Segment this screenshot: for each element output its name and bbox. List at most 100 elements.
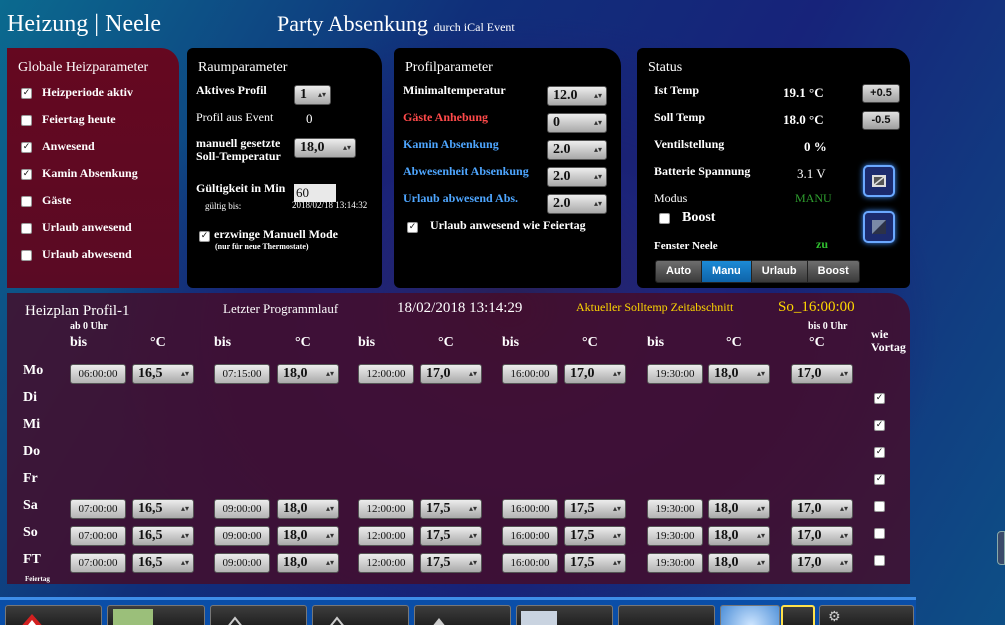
temp-select[interactable]: 18,0 ▴▾ [277,526,339,546]
wie-vortag-checkbox[interactable]: ✓ [874,420,885,431]
time-input[interactable]: 09:00:00 [214,553,270,573]
temp-select[interactable]: 17,5 ▴▾ [420,553,482,573]
profil-select[interactable]: 2.0 ▴▾ [547,167,607,187]
time-input[interactable]: 16:00:00 [502,499,558,519]
manuell-temp-select[interactable]: 18,0 ▴▾ [294,138,356,158]
profil-select[interactable]: 2.0 ▴▾ [547,194,607,214]
temp-select-value: 18,0 [714,528,739,543]
temp-select[interactable]: 17,0 ▴▾ [791,499,853,519]
day-label: So [23,525,38,540]
globale-checkbox[interactable]: ✓ [21,88,32,99]
day-label: Di [23,390,37,405]
time-input[interactable]: 19:30:00 [647,499,703,519]
wie-vortag-checkbox[interactable] [874,555,885,566]
globale-checkbox[interactable] [21,196,32,207]
temp-select[interactable]: 16,5 ▴▾ [132,526,194,546]
aktuell-label: Aktueller Solltemp Zeitabschnitt [576,300,734,314]
wie-vortag-checkbox[interactable] [874,528,885,539]
time-input[interactable]: 07:00:00 [70,499,126,519]
time-input[interactable]: 16:00:00 [502,553,558,573]
wie-vortag-checkbox[interactable]: ✓ [874,447,885,458]
temp-select[interactable]: 17,5 ▴▾ [420,526,482,546]
globale-checkbox[interactable] [21,115,32,126]
mode-manu-button[interactable]: Manu [702,261,752,282]
temp-select[interactable]: 18,0 ▴▾ [708,526,770,546]
dock-house-tile-3[interactable] [414,605,511,625]
temp-select[interactable]: 18,0 ▴▾ [708,499,770,519]
wie-vortag-checkbox[interactable] [874,501,885,512]
time-input[interactable]: 06:00:00 [70,364,126,384]
dock-home-tile[interactable] [5,605,102,625]
globale-checkbox[interactable] [21,223,32,234]
mode-urlaub-button[interactable]: Urlaub [751,261,808,282]
map-icon [113,609,153,625]
temp-select[interactable]: 17,0 ▴▾ [420,364,482,384]
erzwinge-checkbox[interactable]: ✓ [199,231,210,242]
globale-checkbox[interactable] [21,250,32,261]
time-input[interactable]: 12:00:00 [358,499,414,519]
fenster-value: zu [816,237,828,251]
temp-select[interactable]: 17,5 ▴▾ [564,526,626,546]
temp-select[interactable]: 18,0 ▴▾ [708,553,770,573]
profil-select[interactable]: 12.0 ▴▾ [547,86,607,106]
temp-select[interactable]: 18,0 ▴▾ [277,553,339,573]
profil-select[interactable]: 0 ▴▾ [547,113,607,133]
temp-select[interactable]: 16,5 ▴▾ [132,553,194,573]
time-input[interactable]: 12:00:00 [358,526,414,546]
temp-minus-button[interactable]: -0.5 [862,111,900,130]
temp-select-value: 17,0 [797,528,822,543]
temp-select[interactable]: 18,0 ▴▾ [277,499,339,519]
dock-globe-tile[interactable] [720,605,780,625]
time-input[interactable]: 09:00:00 [214,526,270,546]
temp-select[interactable]: 17,0 ▴▾ [791,526,853,546]
profil-select[interactable]: 2.0 ▴▾ [547,140,607,160]
profil-event-value: 0 [306,111,313,126]
temp-select[interactable]: 18,0 ▴▾ [277,364,339,384]
select-arrows-icon: ▴▾ [756,504,765,513]
time-input[interactable]: 07:00:00 [70,526,126,546]
time-input[interactable]: 16:00:00 [502,526,558,546]
window-sensor-button[interactable] [863,211,895,243]
dock-tile-7[interactable] [618,605,715,625]
dock-map-tile[interactable] [107,605,205,625]
temp-select-value: 18,0 [714,366,739,381]
party-main-text: Party Absenkung [277,11,428,36]
urlaub-feiertag-checkbox[interactable]: ✓ [407,222,418,233]
temp-select[interactable]: 17,5 ▴▾ [564,499,626,519]
house-red-icon [22,614,42,625]
time-input[interactable]: 12:00:00 [358,553,414,573]
temp-select[interactable]: 17,0 ▴▾ [564,364,626,384]
time-input[interactable]: 19:30:00 [647,553,703,573]
time-input[interactable]: 07:00:00 [70,553,126,573]
dock-appliance-tile[interactable] [516,605,613,625]
boost-checkbox[interactable] [659,213,670,224]
temp-select[interactable]: 17,5 ▴▾ [420,499,482,519]
time-input[interactable]: 09:00:00 [214,499,270,519]
mode-auto-button[interactable]: Auto [656,261,703,282]
temp-select[interactable]: 16,5 ▴▾ [132,499,194,519]
temp-select[interactable]: 17,0 ▴▾ [791,553,853,573]
aktives-profil-select[interactable]: 1 ▴▾ [294,85,331,105]
temp-select-value: 17,5 [570,528,595,543]
dock-window-tile[interactable] [781,605,815,625]
dock-house-tile-2[interactable] [312,605,409,625]
temp-select[interactable]: 18,0 ▴▾ [708,364,770,384]
time-input[interactable]: 07:15:00 [214,364,270,384]
time-input[interactable]: 19:30:00 [647,364,703,384]
side-handle[interactable] [997,531,1005,565]
dock-house-tile-1[interactable] [210,605,307,625]
time-input[interactable]: 12:00:00 [358,364,414,384]
mode-boost-button[interactable]: Boost [807,261,859,282]
dock-settings-tile[interactable]: ⚙ [819,605,914,625]
time-input[interactable]: 16:00:00 [502,364,558,384]
temp-select[interactable]: 16,5 ▴▾ [132,364,194,384]
temp-select[interactable]: 17,0 ▴▾ [791,364,853,384]
globale-checkbox[interactable]: ✓ [21,169,32,180]
time-input[interactable]: 19:30:00 [647,526,703,546]
wie-vortag-checkbox[interactable]: ✓ [874,474,885,485]
thermostat-settings-button[interactable] [863,165,895,197]
globale-checkbox[interactable]: ✓ [21,142,32,153]
wie-vortag-checkbox[interactable]: ✓ [874,393,885,404]
temp-select[interactable]: 17,5 ▴▾ [564,553,626,573]
temp-plus-button[interactable]: +0.5 [862,84,900,103]
